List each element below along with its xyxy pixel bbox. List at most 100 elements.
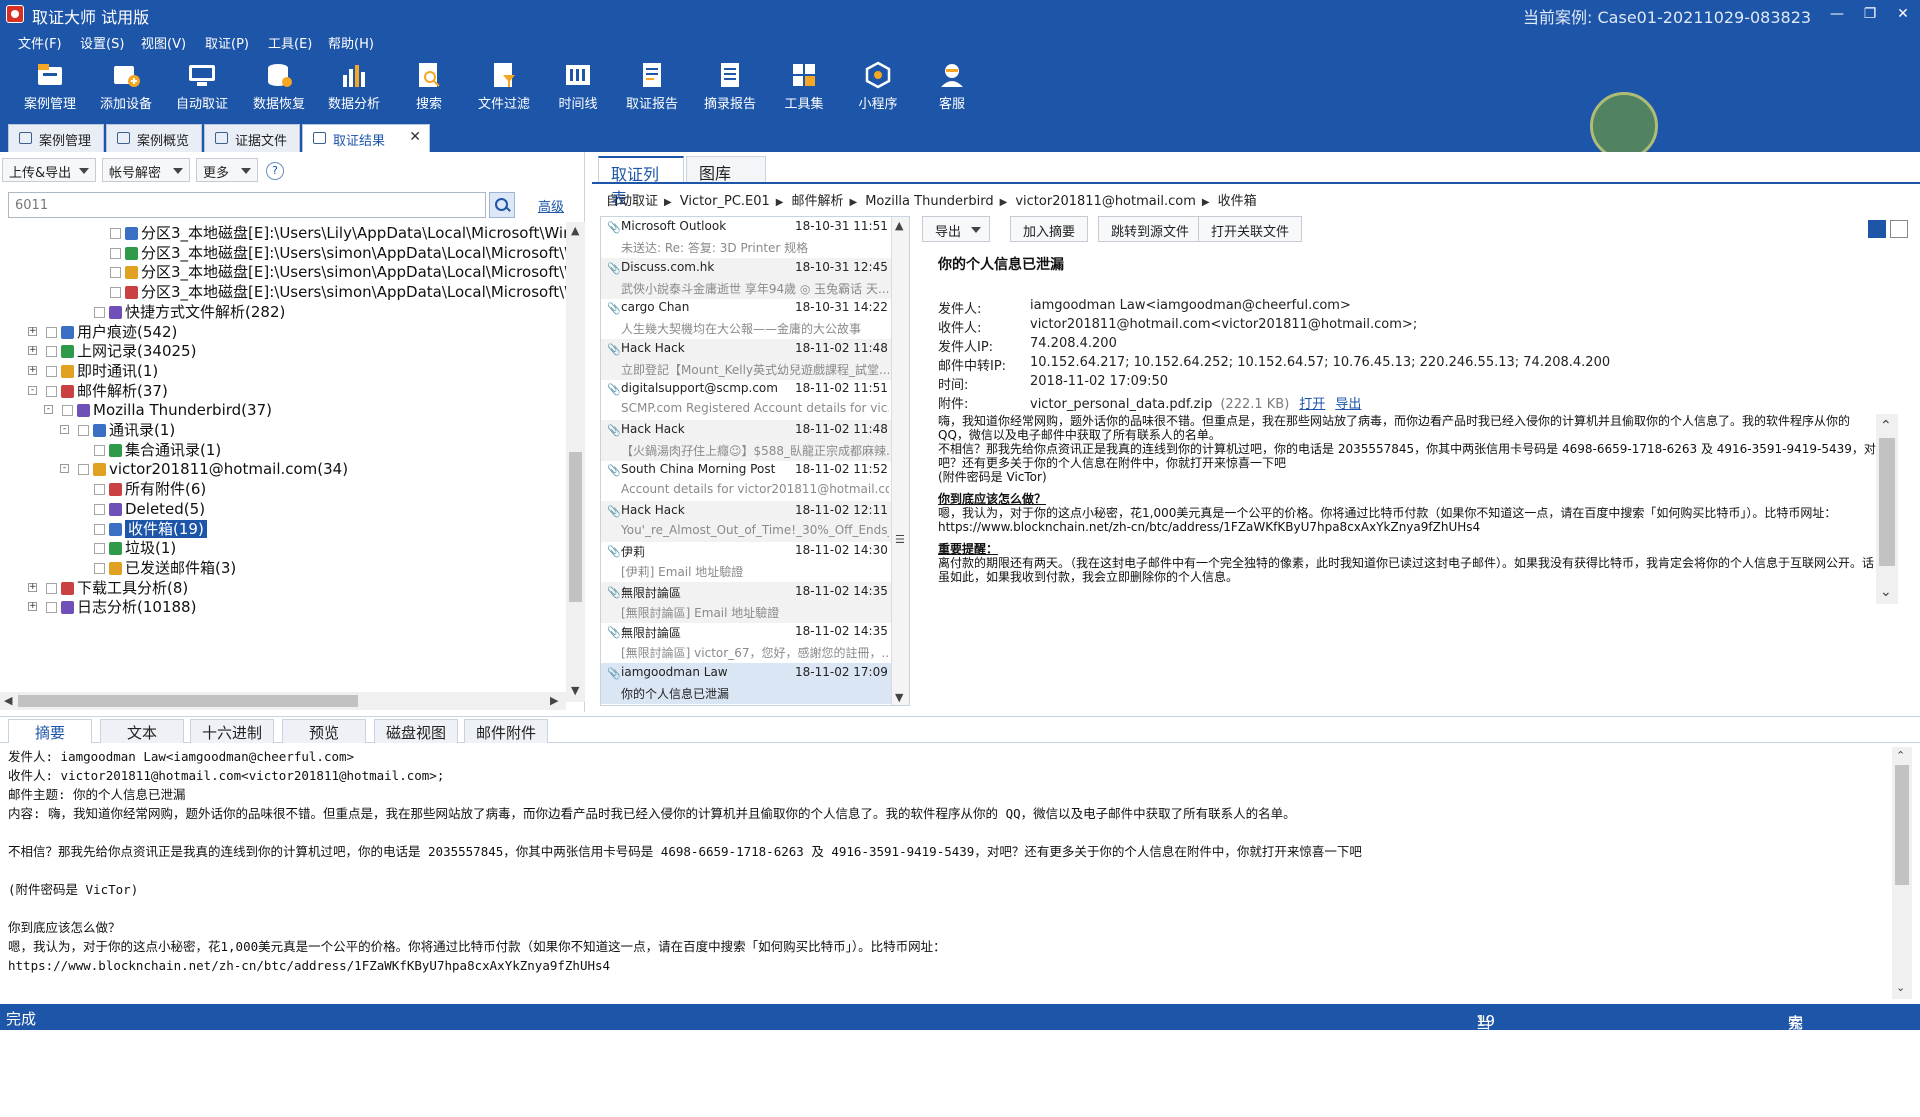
- tree-checkbox[interactable]: [46, 365, 57, 377]
- auto-forensics-button[interactable]: 自动取证: [166, 55, 238, 117]
- mail-list-item[interactable]: 📎 Discuss.com.hk 18-10-31 12:45 武俠小說泰斗金庸逝世 …: [601, 257, 891, 299]
- tree-node[interactable]: + 即时通讯(1): [28, 360, 158, 382]
- expand-icon[interactable]: +: [28, 346, 37, 356]
- collapse-icon[interactable]: -: [44, 405, 53, 415]
- scroll-thumb[interactable]: [569, 452, 582, 602]
- tab-disk-view[interactable]: 磁盘视图: [374, 719, 458, 743]
- account-decrypt-dropdown[interactable]: 帐号解密: [102, 158, 190, 182]
- tree-checkbox[interactable]: [94, 444, 105, 456]
- tree-vertical-scrollbar[interactable]: ▲ ▼: [566, 222, 585, 702]
- scroll-down-icon[interactable]: ▼: [571, 684, 579, 697]
- tree-node[interactable]: + 日志分析(10188): [28, 596, 196, 618]
- tree-node[interactable]: - 邮件解析(37): [28, 380, 168, 402]
- breadcrumb-item[interactable]: Victor_PC.E01: [680, 194, 770, 209]
- tab-hex[interactable]: 十六进制: [190, 719, 274, 743]
- mail-list-item[interactable]: 📎 cargo Chan 18-10-31 14:22 人生幾大契機均在大公報——金庸…: [601, 298, 891, 339]
- file-filter-button[interactable]: 文件过滤: [468, 55, 540, 117]
- tree-checkbox[interactable]: [62, 405, 73, 417]
- scroll-up-icon[interactable]: ▲: [571, 224, 579, 237]
- timeline-button[interactable]: 时间线: [542, 55, 614, 117]
- tree-search-input[interactable]: 6011: [8, 192, 486, 218]
- scroll-thumb[interactable]: [1879, 438, 1895, 566]
- tree-checkbox[interactable]: [46, 602, 57, 614]
- mail-list-item[interactable]: 📎 digitalsupport@scmp.com 18-11-02 11:51 SC…: [601, 379, 891, 420]
- jump-to-source-button[interactable]: 跳转到源文件: [1098, 216, 1203, 242]
- breadcrumb-item[interactable]: 邮件解析: [792, 194, 844, 209]
- open-attachment-link[interactable]: 打开: [1299, 397, 1325, 412]
- data-recovery-button[interactable]: 数据恢复: [243, 55, 315, 117]
- menu-view[interactable]: 视图(V): [141, 33, 186, 52]
- mail-list-item[interactable]: 📎 iamgoodman Law 18-11-02 17:09 你的个人信息已泄漏: [601, 662, 891, 704]
- scroll-left-icon[interactable]: ◀: [4, 694, 12, 707]
- tree-node[interactable]: - Mozilla Thunderbird(37): [44, 399, 272, 421]
- mail-list-item[interactable]: 📎 Hack Hack 18-11-02 11:48 【火鍋湯肉孖住上癮☺】$588_…: [601, 419, 891, 461]
- expand-icon[interactable]: +: [28, 326, 37, 336]
- add-excerpt-button[interactable]: 加入摘要: [1010, 216, 1089, 242]
- tree-node[interactable]: 垃圾(1): [94, 537, 176, 559]
- case-management-button[interactable]: 案例管理: [14, 55, 86, 117]
- tree-node[interactable]: 快捷方式文件解析(282): [94, 301, 285, 323]
- tab-case-overview[interactable]: 案例概览: [106, 124, 202, 152]
- tab-mail-attachments[interactable]: 邮件附件: [464, 719, 548, 743]
- mail-list-item[interactable]: 📎 Hack Hack 18-11-02 11:48 立即登記【Mount_Kelly…: [601, 338, 891, 380]
- tree-node[interactable]: + 用户痕迹(542): [28, 321, 177, 343]
- close-icon[interactable]: ✕: [1888, 2, 1918, 26]
- breadcrumb-item[interactable]: Mozilla Thunderbird: [865, 194, 993, 209]
- tree-node[interactable]: 分区3_本地磁盘[E]:\Users\simon\AppData\Local\M…: [110, 281, 566, 303]
- tree-node[interactable]: 分区3_本地磁盘[E]:\Users\simon\AppData\Local\M…: [110, 261, 566, 283]
- export-dropdown[interactable]: 导出: [922, 216, 991, 242]
- tab-case-management[interactable]: 案例管理: [8, 124, 104, 152]
- tree-checkbox[interactable]: [46, 385, 57, 397]
- advanced-search-link[interactable]: 高级: [538, 196, 564, 215]
- tree-node[interactable]: + 上网记录(34025): [28, 340, 196, 362]
- expand-icon[interactable]: +: [28, 365, 37, 375]
- more-dropdown[interactable]: 更多: [196, 158, 258, 182]
- forensics-report-button[interactable]: 取证报告: [616, 55, 688, 117]
- expand-icon[interactable]: +: [28, 602, 37, 612]
- scroll-right-icon[interactable]: ▶: [550, 694, 558, 707]
- scroll-thumb[interactable]: [1895, 765, 1909, 885]
- mail-list-item[interactable]: 📎 無限討論區 18-11-02 14:35 [無限討論區] Email 地址驗證: [601, 581, 891, 623]
- tab-forensics-results[interactable]: 取证结果 ✕: [302, 124, 430, 152]
- tree-checkbox[interactable]: [110, 247, 121, 259]
- data-analysis-button[interactable]: 数据分析: [318, 55, 390, 117]
- open-related-file-button[interactable]: 打开关联文件: [1198, 216, 1303, 242]
- restore-icon[interactable]: ❐: [1855, 2, 1885, 26]
- menu-file[interactable]: 文件(F): [18, 33, 62, 52]
- collapse-icon[interactable]: -: [28, 385, 37, 395]
- add-device-button[interactable]: 添加设备: [90, 55, 162, 117]
- tree-checkbox[interactable]: [110, 287, 121, 299]
- breadcrumb-item[interactable]: 收件箱: [1218, 194, 1257, 209]
- tree-node[interactable]: 集合通讯录(1): [94, 439, 221, 461]
- tree-checkbox[interactable]: [46, 326, 57, 338]
- tree-checkbox[interactable]: [78, 464, 89, 476]
- grid-view-icon[interactable]: [1868, 220, 1886, 238]
- mail-list-scrollbar[interactable]: ▲ ☰ ▼: [891, 217, 909, 705]
- tree-node[interactable]: - victor201811@hotmail.com(34): [60, 458, 348, 480]
- tree-checkbox[interactable]: [94, 484, 105, 496]
- expand-icon[interactable]: +: [28, 582, 37, 592]
- mail-list-item[interactable]: 📎 Hack Hack 18-11-02 12:11 You'_re_Almost_O…: [601, 500, 891, 542]
- tree-checkbox[interactable]: [110, 228, 121, 239]
- scroll-up-icon[interactable]: ▲: [895, 219, 903, 232]
- tree-checkbox[interactable]: [94, 562, 105, 574]
- scroll-up-icon[interactable]: ⌃: [1896, 749, 1905, 762]
- scroll-down-icon[interactable]: ⌄: [1880, 584, 1892, 600]
- tree-checkbox[interactable]: [110, 267, 121, 279]
- toolset-button[interactable]: 工具集: [768, 55, 840, 117]
- tree-horizontal-scrollbar[interactable]: ◀ ▶: [0, 692, 566, 710]
- scroll-up-icon[interactable]: ⌃: [1880, 418, 1892, 434]
- tab-gallery[interactable]: 图库: [686, 156, 766, 183]
- tree-node[interactable]: 已发送邮件箱(3): [94, 557, 236, 579]
- tree-node[interactable]: 所有附件(6): [94, 478, 206, 500]
- tree-checkbox[interactable]: [94, 306, 105, 318]
- mail-body-scrollbar[interactable]: ⌃ ⌄: [1876, 414, 1898, 604]
- scroll-thumb[interactable]: [18, 695, 358, 707]
- tree-checkbox[interactable]: [46, 346, 57, 358]
- tab-summary[interactable]: 摘要: [8, 719, 92, 743]
- tree-node[interactable]: - 通讯录(1): [60, 419, 175, 441]
- menu-forensics[interactable]: 取证(P): [205, 33, 249, 52]
- menu-help[interactable]: 帮助(H): [328, 33, 374, 52]
- tree-checkbox[interactable]: [94, 543, 105, 555]
- scroll-down-icon[interactable]: ⌄: [1896, 981, 1905, 994]
